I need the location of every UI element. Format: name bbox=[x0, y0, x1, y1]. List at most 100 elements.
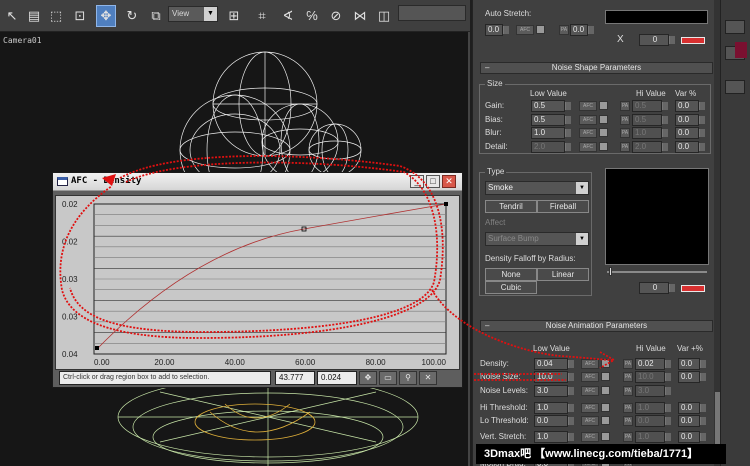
anim-row-pa-button[interactable]: PA bbox=[623, 403, 633, 413]
select-by-name-icon[interactable]: ▤ bbox=[24, 5, 44, 27]
anim-row-pa-button[interactable]: PA bbox=[623, 372, 633, 382]
tendril-button[interactable]: Tendril bbox=[485, 200, 537, 213]
anim-row-afc-swatch[interactable] bbox=[601, 403, 610, 412]
shape-row-pa-button[interactable]: PA bbox=[620, 115, 630, 125]
anim-row-afc-swatch[interactable] bbox=[601, 416, 610, 425]
anim-row-low[interactable]: 0.0 bbox=[534, 415, 574, 427]
preview-slider-thumb[interactable] bbox=[609, 267, 612, 276]
shape-row-hi[interactable]: 0.5 bbox=[632, 114, 668, 126]
preview-color[interactable] bbox=[681, 285, 705, 292]
afc-curve-graph[interactable]: 0.02 0.02 0.03 0.03 0.04 0.00 20.00 40.00 60.00… bbox=[55, 195, 460, 370]
zoom-icon[interactable]: ⚲ bbox=[399, 371, 417, 385]
align-icon[interactable]: ◫ bbox=[374, 5, 394, 27]
strip-color-swatch[interactable] bbox=[735, 42, 747, 58]
anim-row-var[interactable]: 0.0 bbox=[678, 431, 706, 443]
strip-button[interactable] bbox=[725, 80, 745, 94]
anim-row-hi[interactable]: 1.0 bbox=[635, 431, 671, 443]
shape-row-var[interactable]: 0.0 bbox=[675, 114, 705, 126]
anim-row-afc-button[interactable]: AFC bbox=[581, 386, 599, 396]
anim-row-var[interactable]: 0.0 bbox=[678, 371, 706, 383]
shape-row-low[interactable]: 0.5 bbox=[531, 100, 571, 112]
select-arrow-icon[interactable]: ↖ bbox=[2, 5, 22, 27]
reference-coordinate-select[interactable]: View ▼ bbox=[168, 6, 218, 22]
zoom-region-icon[interactable]: ▭ bbox=[379, 371, 397, 385]
anim-row-hi[interactable]: 3.0 bbox=[635, 385, 671, 397]
anim-row-hi[interactable]: 10.0 bbox=[635, 371, 671, 383]
anim-row-afc-swatch[interactable] bbox=[601, 372, 610, 381]
shape-row-hi[interactable]: 1.0 bbox=[632, 127, 668, 139]
anim-row-pa-button[interactable]: PA bbox=[623, 416, 633, 426]
anim-row-afc-swatch[interactable] bbox=[601, 432, 610, 441]
shape-row-low[interactable]: 2.0 bbox=[531, 141, 571, 153]
shape-row-var[interactable]: 0.0 bbox=[675, 100, 705, 112]
anim-row-low[interactable]: 10.0 bbox=[534, 371, 574, 383]
auto-stretch-afc-swatch[interactable] bbox=[536, 25, 545, 34]
curve-point-end[interactable] bbox=[444, 202, 448, 206]
anim-row-pa-button[interactable]: PA bbox=[623, 386, 633, 396]
percent-snap-icon[interactable]: ℅ bbox=[302, 5, 322, 27]
anim-row-afc-swatch[interactable] bbox=[601, 359, 610, 368]
auto-stretch-color[interactable] bbox=[681, 37, 705, 44]
anim-row-afc-button[interactable]: AFC bbox=[581, 359, 599, 369]
snap-icon[interactable]: ⌗ bbox=[252, 5, 272, 27]
preview-slider[interactable] bbox=[607, 271, 707, 273]
angle-snap-icon[interactable]: ∢ bbox=[278, 5, 298, 27]
shape-row-afc-swatch[interactable] bbox=[599, 142, 608, 151]
mirror-icon[interactable]: ⋈ bbox=[350, 5, 370, 27]
shape-row-hi[interactable]: 2.0 bbox=[632, 141, 668, 153]
affect-dropdown[interactable]: Surface Bump ▼ bbox=[485, 232, 589, 246]
anim-row-low[interactable]: 1.0 bbox=[534, 431, 574, 443]
window-crossing-icon[interactable]: ⊡ bbox=[70, 5, 90, 27]
shape-row-var[interactable]: 0.0 bbox=[675, 141, 705, 153]
anim-row-afc-button[interactable]: AFC bbox=[581, 372, 599, 382]
scale-icon[interactable]: ⧉ bbox=[146, 5, 166, 27]
spinner-snap-icon[interactable]: ⊘ bbox=[326, 5, 346, 27]
preview-count[interactable]: 0 bbox=[639, 282, 675, 294]
anim-row-low[interactable]: 1.0 bbox=[534, 402, 574, 414]
falloff-none-button[interactable]: None bbox=[485, 268, 537, 281]
delete-point-icon[interactable]: ✕ bbox=[419, 371, 437, 385]
auto-stretch-pa-spinner[interactable]: 0.0 bbox=[570, 24, 594, 36]
minimize-icon[interactable]: _ bbox=[410, 175, 424, 188]
anim-row-afc-button[interactable]: AFC bbox=[581, 432, 599, 442]
anim-row-hi[interactable]: 0.02 bbox=[635, 358, 671, 370]
shape-row-afc-button[interactable]: AFC bbox=[579, 128, 597, 138]
noise-shape-rollout[interactable]: – Noise Shape Parameters bbox=[480, 62, 713, 74]
anim-row-afc-swatch[interactable] bbox=[601, 386, 610, 395]
maximize-icon[interactable]: □ bbox=[426, 175, 440, 188]
shape-row-pa-button[interactable]: PA bbox=[620, 101, 630, 111]
auto-stretch-afc-button[interactable]: AFC bbox=[516, 25, 534, 35]
curve-point-start[interactable] bbox=[95, 346, 99, 350]
shape-row-low[interactable]: 1.0 bbox=[531, 127, 571, 139]
clear-x-label[interactable]: X bbox=[617, 34, 624, 45]
shape-row-afc-button[interactable]: AFC bbox=[579, 115, 597, 125]
shape-row-low[interactable]: 0.5 bbox=[531, 114, 571, 126]
anim-row-afc-button[interactable]: AFC bbox=[581, 416, 599, 426]
pivot-icon[interactable]: ⊞ bbox=[224, 5, 244, 27]
afc-coord-y[interactable]: 0.024 bbox=[317, 371, 357, 385]
named-selection-field[interactable] bbox=[398, 5, 466, 21]
type-dropdown[interactable]: Smoke ▼ bbox=[485, 181, 589, 195]
anim-row-pa-button[interactable]: PA bbox=[623, 359, 633, 369]
falloff-linear-button[interactable]: Linear bbox=[537, 268, 589, 281]
noise-animation-rollout[interactable]: – Noise Animation Parameters bbox=[480, 320, 713, 332]
afc-coord-x[interactable]: 43.777 bbox=[275, 371, 315, 385]
falloff-cubic-button[interactable]: Cubic bbox=[485, 281, 537, 294]
anim-row-low[interactable]: 0.04 bbox=[534, 358, 574, 370]
anim-row-afc-button[interactable]: AFC bbox=[581, 403, 599, 413]
afc-titlebar[interactable]: AFC - Density _ □ ✕ bbox=[53, 173, 462, 191]
auto-stretch-spinner[interactable]: 0.0 bbox=[485, 24, 509, 36]
pan-tool-icon[interactable]: ✥ bbox=[359, 371, 377, 385]
anim-row-pa-button[interactable]: PA bbox=[623, 432, 633, 442]
shape-row-afc-swatch[interactable] bbox=[599, 101, 608, 110]
anim-row-var[interactable]: 0.0 bbox=[678, 402, 706, 414]
shape-row-var[interactable]: 0.0 bbox=[675, 127, 705, 139]
rotate-icon[interactable]: ↻ bbox=[122, 5, 142, 27]
close-icon[interactable]: ✕ bbox=[442, 175, 456, 188]
move-icon[interactable]: ✥ bbox=[96, 5, 116, 27]
fireball-button[interactable]: Fireball bbox=[537, 200, 589, 213]
shape-row-afc-button[interactable]: AFC bbox=[579, 142, 597, 152]
anim-row-var[interactable]: 0.0 bbox=[678, 358, 706, 370]
anim-row-hi[interactable]: 0.0 bbox=[635, 415, 671, 427]
region-select-icon[interactable]: ⬚ bbox=[46, 5, 66, 27]
